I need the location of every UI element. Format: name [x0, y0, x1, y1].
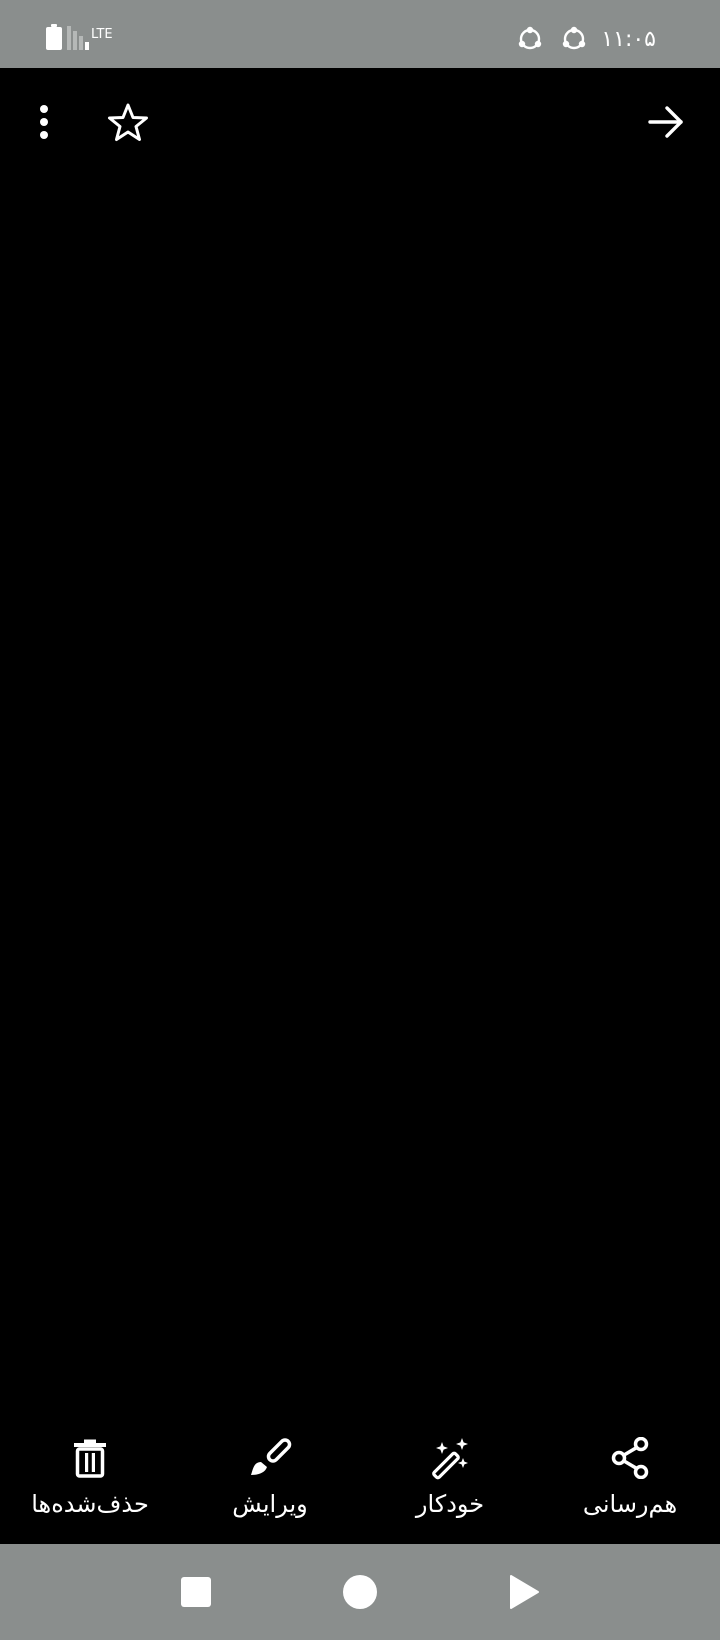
back-triangle-icon — [510, 1575, 539, 1609]
star-outline-icon — [108, 103, 148, 141]
brush-icon — [248, 1436, 292, 1480]
arrow-back-icon — [648, 106, 683, 138]
system-navigation-bar — [0, 1544, 720, 1640]
status-left: LTE — [46, 22, 113, 50]
status-bar: LTE ۱۱:۰۵ — [0, 0, 720, 68]
edit-button[interactable]: ویرایش — [180, 1436, 360, 1536]
sync-icon — [563, 26, 586, 50]
status-right: ۱۱:۰۵ — [517, 24, 656, 54]
share-icon — [608, 1436, 652, 1480]
photo-viewer-screen: LTE ۱۱:۰۵ — [0, 0, 720, 1640]
favorite-button[interactable] — [100, 96, 156, 148]
magic-wand-icon — [428, 1436, 472, 1480]
sync-icon — [519, 26, 542, 50]
top-app-bar — [0, 68, 720, 180]
clock: ۱۱:۰۵ — [601, 26, 656, 52]
auto-enhance-button[interactable]: خودکار — [360, 1436, 540, 1536]
auto-enhance-label: خودکار — [415, 1490, 485, 1518]
share-button[interactable]: هم‌رسانی — [540, 1436, 720, 1536]
more-vert-icon — [40, 105, 48, 139]
more-options-button[interactable] — [20, 98, 68, 146]
bottom-action-bar: حذف‌شده‌ها ویرایش خودکار — [0, 1420, 720, 1544]
home-button[interactable] — [340, 1572, 380, 1612]
photo-display-area[interactable] — [0, 180, 720, 1420]
deleted-items-label: حذف‌شده‌ها — [31, 1490, 149, 1518]
edit-label: ویرایش — [232, 1490, 308, 1518]
recents-square-icon — [181, 1577, 211, 1607]
trash-icon — [68, 1436, 112, 1480]
signal-strength-icon — [67, 24, 89, 50]
deleted-items-button[interactable]: حذف‌شده‌ها — [0, 1436, 180, 1536]
recents-button[interactable] — [176, 1572, 216, 1612]
share-label: هم‌رسانی — [582, 1490, 678, 1518]
nav-back-button[interactable] — [504, 1572, 544, 1612]
home-circle-icon — [343, 1575, 377, 1609]
back-button[interactable] — [642, 98, 690, 146]
battery-icon — [46, 24, 62, 50]
network-type-label: LTE — [91, 27, 113, 42]
